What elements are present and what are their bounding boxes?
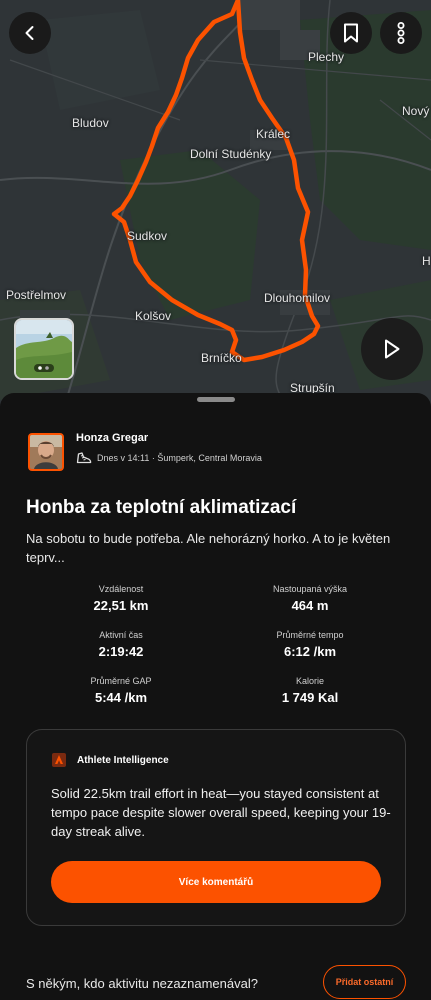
back-button[interactable] xyxy=(9,12,51,54)
bookmark-icon xyxy=(344,23,358,43)
play-flyover-button[interactable] xyxy=(361,318,423,380)
stat-value: 22,51 km xyxy=(93,598,149,613)
running-shoe-icon xyxy=(76,452,92,464)
stat-value: 2:19:42 xyxy=(98,644,144,659)
stat-label: Nastoupaná výška xyxy=(272,584,348,594)
ai-title: Athlete Intelligence xyxy=(77,754,169,766)
activity-meta: Dnes v 14:11 · Šumperk, Central Moravia xyxy=(76,451,262,465)
activity-photo-thumbnail[interactable] xyxy=(14,318,74,380)
map-label-dlouhomilov: Dlouhomilov xyxy=(264,291,331,305)
stat-label: Kalorie xyxy=(295,676,324,686)
ai-summary-text: Solid 22.5km trail effort in heat—you st… xyxy=(51,786,391,839)
landscape-photo xyxy=(16,320,72,378)
tag-others-prompt: S někým, kdo aktivitu nezaznamenával? xyxy=(26,976,258,991)
map-label-dolni-studenky: Dolní Studénky xyxy=(190,147,272,161)
stat-distance: Vzdálenost 22,51 km xyxy=(31,583,211,613)
play-icon xyxy=(385,339,400,359)
stat-moving-time: Aktivní čas 2:19:42 xyxy=(31,629,211,659)
athlete-name[interactable]: Honza Gregar xyxy=(76,432,148,444)
bookmark-button[interactable] xyxy=(330,12,372,54)
map-label-bludov: Bludov xyxy=(72,116,109,130)
ai-header: Athlete Intelligence xyxy=(51,752,169,768)
stat-avg-gap: Průměrné GAP 5:44 /km xyxy=(31,675,211,705)
map-label-postrelmov: Postřelmov xyxy=(6,288,67,302)
activity-title: Honba za teplotní aklimatizací xyxy=(26,497,297,518)
more-feedback-button[interactable]: Více komentářů xyxy=(51,861,381,903)
stat-label: Průměrné GAP xyxy=(90,676,152,686)
stat-elevation: Nastoupaná výška 464 m xyxy=(220,583,400,613)
stat-calories: Kalorie 1 749 Kal xyxy=(220,675,400,705)
map-label-kolsov: Kolšov xyxy=(135,309,172,323)
athlete-photo xyxy=(30,435,62,469)
route-map[interactable]: Plechy Nový Bludov Králec Dolní Studénky… xyxy=(0,0,431,420)
stat-label: Vzdálenost xyxy=(98,584,144,594)
more-options-button[interactable] xyxy=(380,12,422,54)
avatar[interactable] xyxy=(28,433,64,471)
map-label-brnicko: Brníčko xyxy=(201,351,242,365)
activity-time-location: Dnes v 14:11 · Šumperk, Central Moravia xyxy=(97,453,262,463)
map-label-novy: Nový xyxy=(402,104,430,118)
map-label-h: H xyxy=(422,254,431,268)
more-vertical-icon xyxy=(397,22,405,44)
map-label-plechy: Plechy xyxy=(308,50,345,64)
stat-label: Průměrné tempo xyxy=(276,630,344,640)
map-label-kralec: Králec xyxy=(256,127,291,141)
stat-label: Aktivní čas xyxy=(99,630,143,640)
activity-description[interactable]: Na sobotu to bude potřeba. Ale nehorázný… xyxy=(26,529,406,567)
stat-value: 464 m xyxy=(291,598,329,613)
stat-value: 1 749 Kal xyxy=(281,690,339,705)
chevron-left-icon xyxy=(25,26,34,40)
activity-sheet: Honza Gregar Dnes v 14:11 · Šumperk, Cen… xyxy=(0,393,431,1000)
add-others-button[interactable]: Přidat ostatní xyxy=(323,965,406,999)
stat-value: 5:44 /km xyxy=(94,690,148,705)
athlete-intelligence-card: Athlete Intelligence Solid 22.5km trail … xyxy=(26,729,406,926)
stat-value: 6:12 /km xyxy=(283,644,337,659)
map-label-sudkov: Sudkov xyxy=(127,229,168,243)
athlete-intelligence-icon xyxy=(52,753,66,767)
sheet-grabber[interactable] xyxy=(197,397,235,402)
stat-avg-pace: Průměrné tempo 6:12 /km xyxy=(220,629,400,659)
